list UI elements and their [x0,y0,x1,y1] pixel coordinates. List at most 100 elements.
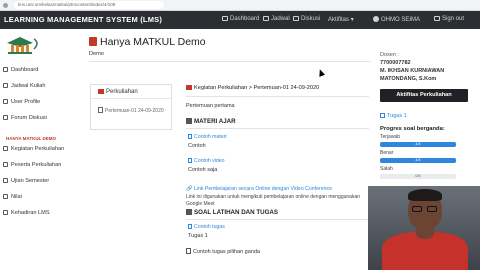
video-link-label: Contoh video [194,158,225,164]
dashboard-icon [3,67,8,72]
sidebar-item-label: Jadwal Kuliah [11,83,46,89]
document-icon [186,118,192,124]
content-path: Kegiatan Perkuliahan > Pertemuan-01 24-0… [186,85,319,91]
video-text: Contoh saja [188,167,218,173]
video-conference-desc: Link ini digunakan untuk mengikuti pembe… [186,194,361,207]
activity-button[interactable]: Aktifitas Perkuliahan [380,89,468,102]
sidebar-item-jadwal[interactable]: Jadwal Kuliah [3,83,46,93]
sidebar-item-peserta[interactable]: Peserta Perkuliahan [3,162,61,172]
task-icon [380,113,385,118]
task-item[interactable]: Tugas 1 [380,113,407,119]
nav-dashboard[interactable]: Dashboard [222,16,259,22]
breadcrumb: Demo [89,51,104,57]
sidebar-item-kehadiran[interactable]: Kehadiran LMS [3,210,50,220]
page-title: Hanya MATKUL Demo [89,36,206,48]
sidebar-item-profile[interactable]: User Profile [3,99,40,109]
address-bar[interactable]: lms.umr.sm/kelas/matkul/ptmcontent/index… [14,1,164,9]
progress-title: Progres soal berganda: [380,126,445,132]
exam-icon [3,178,8,183]
dashboard-icon [222,16,228,21]
task-link-label: Contoh tugas [194,224,225,230]
progress-value: 4/4 [415,142,421,146]
nav-aktifitas-label: Aktifitas [328,17,350,23]
progress-label: Terjawab [380,134,401,140]
book-icon [89,37,97,46]
task-link[interactable]: Contoh tugas [188,224,225,230]
nav-signout-label: Sign out [442,16,465,22]
video-icon [188,158,192,163]
chevron-down-icon: ▾ [350,17,354,23]
sidebar-item-label: Kehadiran LMS [11,210,50,216]
mouse-cursor-icon [316,68,326,77]
task-icon [188,224,192,229]
sidebar-section-title: HANYA MATKUL DEMO [6,136,57,141]
lecturer-label: Dosen : [380,52,399,58]
app-brand[interactable]: LEARNING MANAGEMENT SYSTEM (LMS) [4,15,162,24]
materi-heading: MATERI AJAR [186,118,236,125]
activity-icon [3,146,8,151]
mc-task-link[interactable]: Contoh tugas pilihan ganda [186,248,260,255]
browser-toolbar: lms.umr.sm/kelas/matkul/ptmcontent/index… [0,0,480,11]
progress-value: 4/4 [415,158,421,162]
book-icon [186,85,192,90]
nav-diskusi[interactable]: Diskusi [293,16,320,22]
lecturer-name: M. IKHSAN KURNIAWAN [380,68,445,74]
sidebar-item-kegiatan[interactable]: Kegiatan Perkuliahan [3,146,64,156]
materi-heading-text: MATERI AJAR [194,118,236,125]
lecture-card-title: Perkuliahan [106,89,138,95]
user-icon [3,99,8,104]
top-navbar: LEARNING MANAGEMENT SYSTEM (LMS) Dashboa… [0,11,480,29]
page-title-text: Hanya MATKUL Demo [100,36,206,48]
file-icon [188,134,192,139]
nav-dashboard-label: Dashboard [230,16,260,22]
calendar-icon [263,16,269,21]
sidebar-item-dashboard[interactable]: Dashboard [3,67,38,77]
sidebar-item-label: Forum Diskusi [11,115,47,121]
signout-icon [434,16,440,21]
nav-jadwal-label: Jadwal [271,16,290,22]
materi-link[interactable]: Contoh materi [188,134,227,140]
task-text: Tugas 1 [188,233,208,239]
sidebar-item-label: Nilai [11,194,22,200]
progress-bar: 4/4 [380,158,456,163]
calendar-icon [3,83,8,88]
materi-link-label: Contoh materi [194,134,227,140]
lecturer-id: 7700007782 [380,60,411,66]
sidebar-item-nilai[interactable]: Nilai [3,194,22,204]
video-conference-link[interactable]: 🔗 Link Pembelajaran secara Online dengan… [186,186,332,192]
progress-bar: 0/4 [380,174,456,179]
nav-user[interactable]: OHMO SEIMA [373,16,420,23]
checklist-icon [186,248,191,254]
browser-dot-icon [3,3,8,8]
divider [186,128,369,129]
document-icon [98,107,103,113]
progress-value: 0/4 [415,174,421,178]
chat-icon [293,16,299,21]
lecture-meeting-label: Pertemuan-01 24-09-2020 [105,108,164,114]
lecture-card-header: Perkuliahan [91,85,171,99]
sidebar-item-label: Kegiatan Perkuliahan [11,146,65,152]
attendance-icon [3,210,8,215]
soal-heading: SOAL LATIHAN DAN TUGAS [186,209,278,216]
book-icon [98,89,104,94]
nav-diskusi-label: Diskusi [301,16,321,22]
materi-text: Contoh [188,143,206,149]
webcam-overlay [368,186,480,270]
sidebar-item-label: User Profile [11,99,41,105]
sidebar-item-forum[interactable]: Forum Diskusi [3,115,47,125]
soal-heading-text: SOAL LATIHAN DAN TUGAS [194,209,278,216]
content-path-text: Kegiatan Perkuliahan > Pertemuan-01 24-0… [194,85,320,91]
glasses-icon [427,206,437,212]
nav-jadwal[interactable]: Jadwal [263,16,290,22]
nav-aktifitas[interactable]: Aktifitas ▾ [328,16,354,23]
lecture-card: Perkuliahan Pertemuan-01 24-09-2020 [90,84,172,130]
video-link[interactable]: Contoh video [188,158,225,164]
sidebar-item-ujian[interactable]: Ujian Semester [3,178,49,188]
nav-signout[interactable]: Sign out [434,16,464,22]
webcam-person-hair [408,189,442,201]
lecture-meeting-link[interactable]: Pertemuan-01 24-09-2020 [98,107,168,115]
lecturer-name-cont: MATONDANG, S.Kom [380,76,437,82]
progress-bar: 4/4 [380,142,456,147]
forum-icon [3,115,8,120]
progress-label: Salah [380,166,393,172]
